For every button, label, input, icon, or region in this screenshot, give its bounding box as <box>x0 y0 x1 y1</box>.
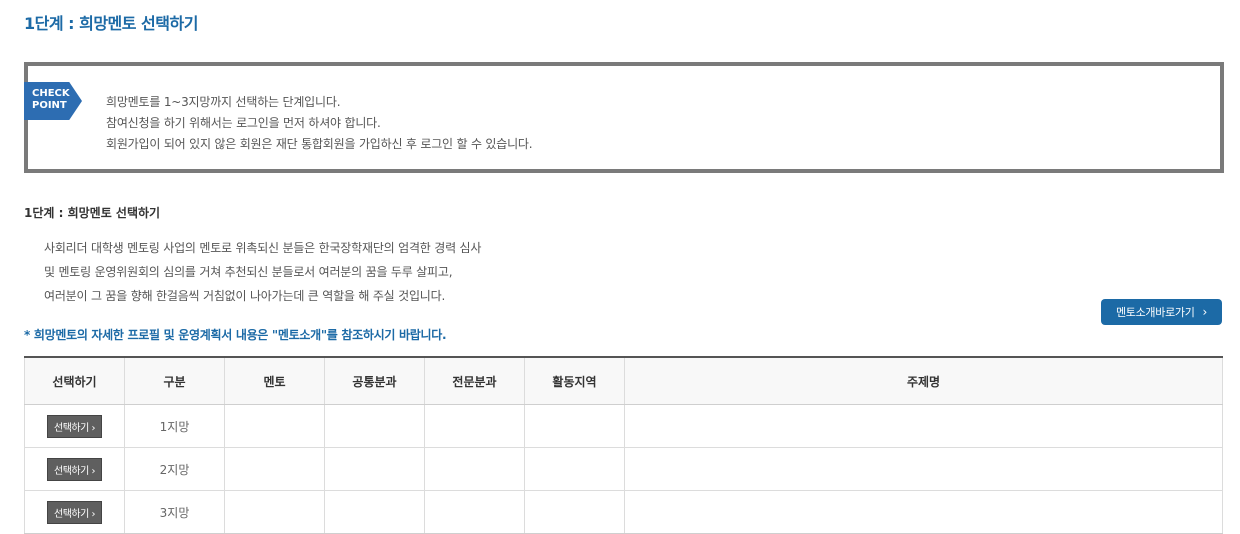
checkpoint-badge-line1: CHECK <box>32 88 70 99</box>
common-division-cell <box>324 447 425 491</box>
checkpoint-badge: CHECK POINT <box>24 82 82 120</box>
specialty-division-cell <box>424 404 525 448</box>
header-common-division: 공통분과 <box>324 356 425 405</box>
intro-line: 여러분이 그 꿈을 향해 한걸음씩 거침없이 나아가는데 큰 역할을 해 주실 … <box>44 289 446 303</box>
header-mentor: 멘토 <box>224 356 325 405</box>
mentor-cell <box>224 447 325 491</box>
select-mentor-button[interactable]: 선택하기 › <box>47 500 102 524</box>
header-region: 활동지역 <box>524 356 625 405</box>
checkpoint-text: 희망멘토를 1~3지망까지 선택하는 단계입니다. 참여신청을 하기 위해서는 … <box>106 92 533 155</box>
specialty-division-cell <box>424 490 525 534</box>
checkpoint-box: CHECK POINT 희망멘토를 1~3지망까지 선택하는 단계입니다. 참여… <box>24 62 1224 173</box>
mentor-intro-button-label: 멘토소개바로가기 <box>1115 306 1195 319</box>
select-mentor-button[interactable]: 선택하기 › <box>47 457 102 481</box>
topic-cell <box>624 447 1223 491</box>
rank-cell: 3지망 <box>124 490 225 534</box>
notice-text: * 희망멘토의 자세한 프로필 및 운영계획서 내용은 "멘토소개"를 참조하시… <box>24 328 447 342</box>
intro-line: 및 멘토링 운영위원회의 심의를 거쳐 추천되신 분들로서 여러분의 꿈을 두루… <box>44 265 453 279</box>
header-select: 선택하기 <box>24 356 125 405</box>
region-cell <box>524 490 625 534</box>
checkpoint-badge-line2: POINT <box>32 100 67 111</box>
header-specialty-division: 전문분과 <box>424 356 525 405</box>
rank-cell: 1지망 <box>124 404 225 448</box>
select-cell: 선택하기 › <box>24 490 125 534</box>
header-topic: 주제명 <box>624 356 1223 405</box>
region-cell <box>524 447 625 491</box>
header-rank: 구분 <box>124 356 225 405</box>
page-title: 1단계 : 희망멘토 선택하기 <box>24 14 198 33</box>
region-cell <box>524 404 625 448</box>
table-row: 선택하기 › 3지망 <box>24 490 1223 534</box>
chevron-right-icon: › <box>1202 305 1208 319</box>
common-division-cell <box>324 404 425 448</box>
rank-cell: 2지망 <box>124 447 225 491</box>
checkpoint-line: 회원가입이 되어 있지 않은 회원은 재단 통합회원을 가입하신 후 로그인 할… <box>106 137 533 151</box>
checkpoint-line: 희망멘토를 1~3지망까지 선택하는 단계입니다. <box>106 95 341 109</box>
intro-line: 사회리더 대학생 멘토링 사업의 멘토로 위촉되신 분들은 한국장학재단의 엄격… <box>44 241 482 255</box>
mentor-selection-table: 선택하기 구분 멘토 공통분과 전문분과 활동지역 주제명 선택하기 › 1지망… <box>24 356 1223 534</box>
table-header-row: 선택하기 구분 멘토 공통분과 전문분과 활동지역 주제명 <box>24 356 1223 405</box>
mentor-intro-button[interactable]: 멘토소개바로가기 › <box>1101 299 1222 325</box>
select-cell: 선택하기 › <box>24 404 125 448</box>
checkpoint-line: 참여신청을 하기 위해서는 로그인을 먼저 하셔야 합니다. <box>106 116 381 130</box>
mentor-cell <box>224 404 325 448</box>
specialty-division-cell <box>424 447 525 491</box>
topic-cell <box>624 490 1223 534</box>
table-row: 선택하기 › 2지망 <box>24 447 1223 491</box>
table-row: 선택하기 › 1지망 <box>24 404 1223 448</box>
common-division-cell <box>324 490 425 534</box>
topic-cell <box>624 404 1223 448</box>
select-mentor-button[interactable]: 선택하기 › <box>47 414 102 438</box>
select-cell: 선택하기 › <box>24 447 125 491</box>
mentor-cell <box>224 490 325 534</box>
intro-text: 사회리더 대학생 멘토링 사업의 멘토로 위촉되신 분들은 한국장학재단의 엄격… <box>44 236 481 308</box>
section-title: 1단계 : 희망멘토 선택하기 <box>24 206 161 220</box>
